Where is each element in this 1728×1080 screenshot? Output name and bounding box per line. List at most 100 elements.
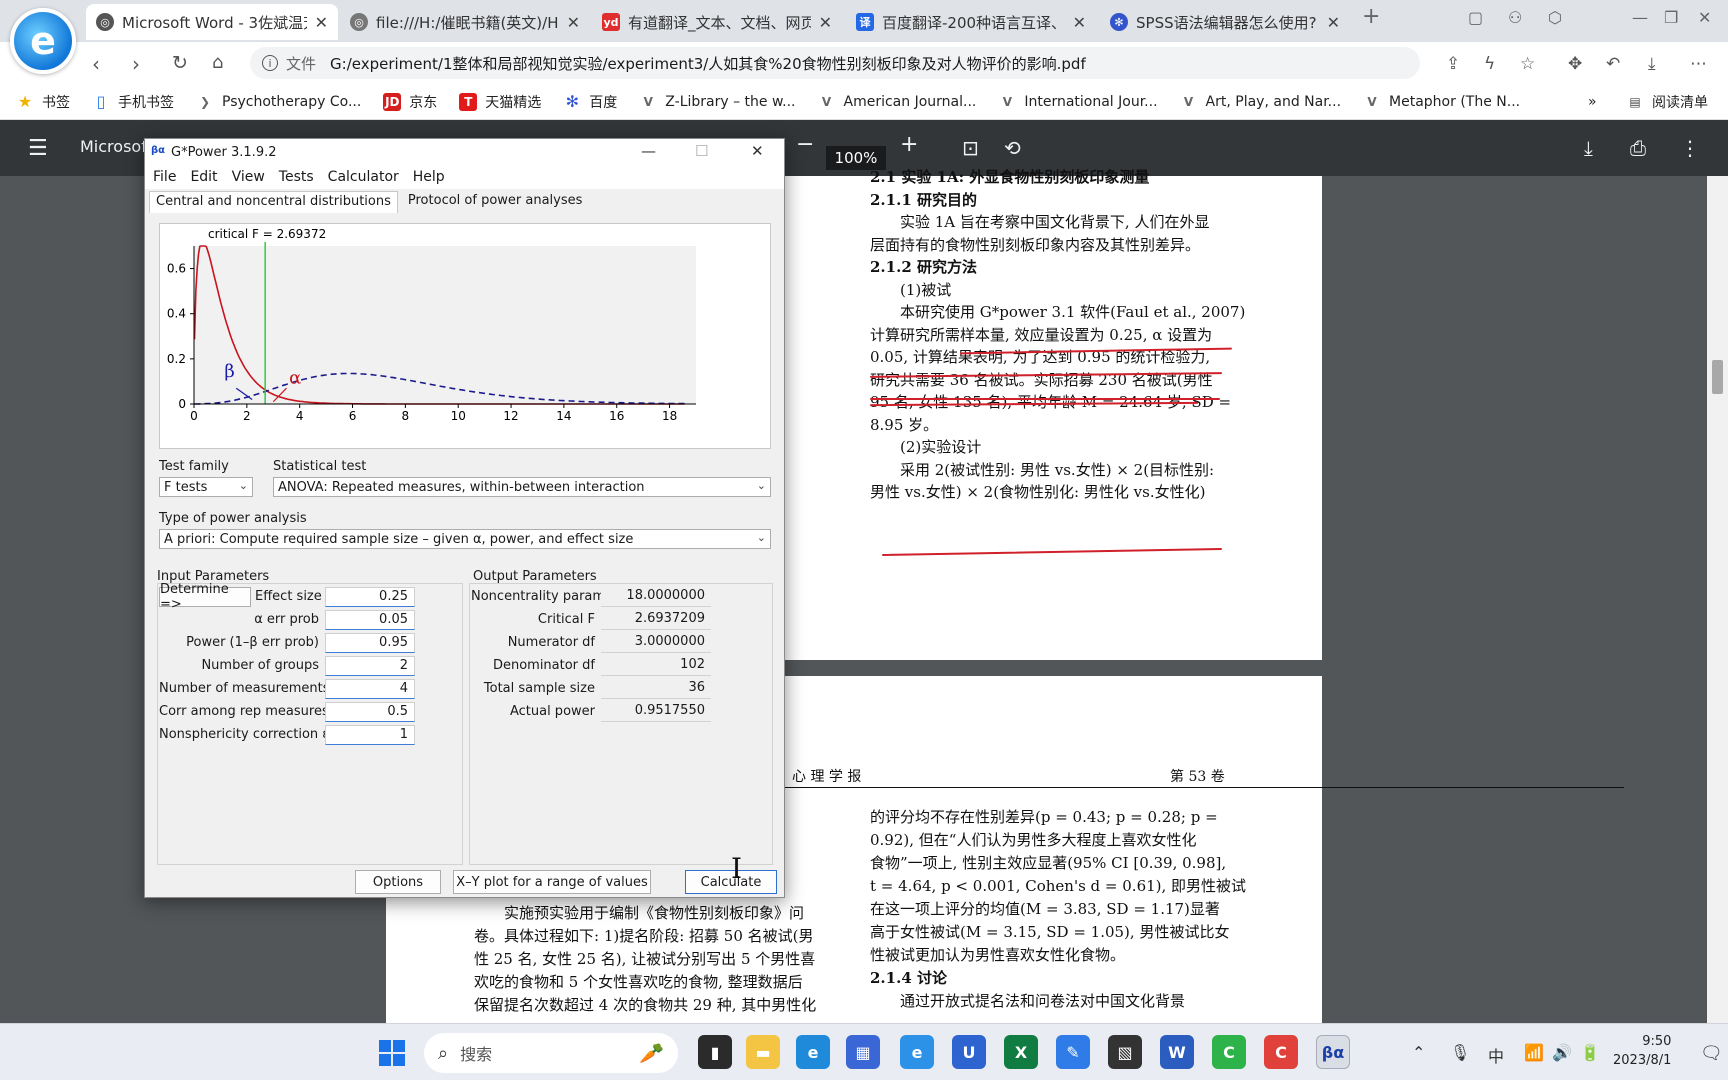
input-param-field[interactable]: 2	[325, 656, 415, 676]
fit-page-icon[interactable]: ⊡	[962, 136, 979, 160]
menu-tests[interactable]: Tests	[279, 169, 314, 185]
favorite-star-icon[interactable]: ☆	[1520, 54, 1535, 74]
pdf-menu-icon[interactable]: ☰	[28, 136, 48, 161]
taskbar-search[interactable]: ⌕ 搜索 🥕	[424, 1033, 678, 1073]
bookmark-item[interactable]: V Metaphor (The N...	[1363, 93, 1520, 111]
gpower-close-icon[interactable]: ✕	[751, 142, 764, 160]
zoom-out-icon[interactable]: −	[796, 132, 814, 157]
reload-icon[interactable]: ↻	[172, 52, 188, 74]
gpower-minimize-icon[interactable]: —	[641, 142, 656, 160]
wifi-icon[interactable]: 📶	[1524, 1043, 1544, 1062]
input-param-field[interactable]: 0.5	[325, 702, 415, 722]
extension-shield-icon[interactable]: ⬡	[1548, 8, 1562, 27]
reading-list-button[interactable]: ▤ 阅读清单	[1626, 92, 1708, 112]
tab-close-icon[interactable]: ✕	[1327, 13, 1340, 32]
close-window-icon[interactable]: ✕	[1698, 8, 1711, 27]
bookmark-item[interactable]: ✻ 百度	[563, 92, 618, 112]
start-menu-icon[interactable]	[379, 1040, 405, 1066]
bookmark-item[interactable]: V American Journal...	[818, 93, 977, 111]
tab-close-icon[interactable]: ✕	[1073, 13, 1086, 32]
gpower-maximize-icon[interactable]: ☐	[695, 142, 708, 160]
tab-close-icon[interactable]: ✕	[819, 13, 832, 32]
taskbar-app-stripe-icon[interactable]: ▧	[1108, 1035, 1142, 1069]
tab-grid-icon[interactable]: ▢	[1468, 8, 1483, 27]
more-menu-icon[interactable]: ⋯	[1690, 54, 1707, 74]
taskbar-gpower-icon[interactable]: βα	[1316, 1035, 1350, 1069]
input-language-indicator[interactable]: 中	[1488, 1043, 1504, 1067]
statistical-test-select[interactable]: ANOVA: Repeated measures, within-between…	[273, 477, 771, 497]
bookmark-item[interactable]: ★ 书签	[16, 92, 70, 112]
print-icon[interactable]: ⎙	[1630, 136, 1646, 160]
menu-file[interactable]: File	[153, 169, 176, 185]
tab-spss[interactable]: ✻ SPSS语法编辑器怎么使用? ✕	[1100, 4, 1350, 40]
taskbar-vpn-icon[interactable]: U	[952, 1035, 986, 1069]
browser-logo-icon[interactable]: e	[10, 8, 76, 74]
taskbar-task-view-icon[interactable]: ▮	[698, 1035, 732, 1069]
battery-icon[interactable]: 🔋	[1580, 1043, 1600, 1062]
minimize-icon[interactable]: —	[1632, 8, 1648, 27]
bookmark-item[interactable]: ❯ Psychotherapy Co...	[196, 93, 361, 111]
bookmark-item[interactable]: ▯ 手机书签	[92, 92, 174, 112]
input-param-field[interactable]: 0.25	[325, 587, 415, 607]
undo-icon[interactable]: ↶	[1606, 54, 1620, 74]
input-param-field[interactable]: 1	[325, 725, 415, 745]
tab-file[interactable]: ◎ file:///H:/催眠书籍(英文)/Ha ✕	[340, 4, 590, 40]
menu-edit[interactable]: Edit	[190, 169, 217, 185]
pdf-download-icon[interactable]: ⤓	[1584, 136, 1593, 160]
share-icon[interactable]: ⇪	[1446, 54, 1460, 74]
tab-distributions[interactable]: Central and noncentral distributions	[149, 191, 398, 213]
taskbar-excel-icon[interactable]: X	[1004, 1035, 1038, 1069]
power-analysis-type-select[interactable]: A priori: Compute required sample size –…	[159, 529, 771, 549]
new-tab-button[interactable]: +	[1362, 4, 1380, 29]
taskbar-app-red-icon[interactable]: C	[1264, 1035, 1298, 1069]
bookmark-item[interactable]: V International Jour...	[998, 93, 1158, 111]
taskbar-store-icon[interactable]: ▦	[846, 1035, 880, 1069]
bookmark-item[interactable]: T 天猫精选	[459, 92, 541, 112]
options-button[interactable]: Options	[355, 870, 441, 894]
bookmark-item[interactable]: V Art, Play, and Nar...	[1180, 93, 1341, 111]
bookmark-item[interactable]: JD 京东	[383, 92, 437, 112]
taskbar-browser-icon[interactable]: e	[900, 1035, 934, 1069]
menu-help[interactable]: Help	[413, 169, 445, 185]
taskbar-app-green-icon[interactable]: C	[1212, 1035, 1246, 1069]
notification-icon[interactable]: 🗨	[1700, 1043, 1723, 1064]
pdf-scroll-thumb[interactable]	[1712, 360, 1723, 394]
maximize-icon[interactable]: ❐	[1664, 8, 1678, 27]
forward-icon[interactable]: ›	[132, 52, 140, 76]
tab-word-doc[interactable]: ◎ Microsoft Word - 3佐斌温芳 ✕	[86, 4, 338, 40]
determine-button[interactable]: Determine =>	[159, 582, 251, 612]
input-param-field[interactable]: 0.95	[325, 633, 415, 653]
tab-baidu-translate[interactable]: 译 百度翻译-200种语言互译、沟 ✕	[846, 4, 1096, 40]
flash-icon[interactable]: ϟ	[1484, 54, 1495, 74]
tab-protocol[interactable]: Protocol of power analyses	[402, 191, 589, 213]
download-icon[interactable]: ⤓	[1648, 54, 1656, 74]
taskbar-word-icon[interactable]: W	[1160, 1035, 1194, 1069]
info-icon[interactable]: i	[262, 55, 278, 71]
tray-overflow-icon[interactable]: ⌃	[1412, 1043, 1425, 1062]
zoom-in-icon[interactable]: +	[900, 132, 918, 157]
pdf-scrollbar[interactable]	[1707, 176, 1728, 1023]
back-icon[interactable]: ‹	[92, 52, 100, 76]
tab-youdao[interactable]: yd 有道翻译_文本、文档、网页 ✕	[592, 4, 842, 40]
input-param-field[interactable]: 4	[325, 679, 415, 699]
xy-plot-button[interactable]: X–Y plot for a range of values	[453, 870, 651, 894]
bookmark-item[interactable]: V Z-Library – the w...	[639, 93, 796, 111]
system-clock[interactable]: 9:50 2023/8/1	[1613, 1032, 1671, 1070]
pdf-more-icon[interactable]: ⋮	[1680, 136, 1700, 160]
incognito-icon[interactable]: ⚇	[1508, 8, 1522, 27]
tab-close-icon[interactable]: ✕	[567, 13, 580, 32]
taskbar-file-explorer-icon[interactable]: ▬	[746, 1035, 780, 1069]
volume-icon[interactable]: 🔊	[1552, 1043, 1572, 1062]
test-family-select[interactable]: F tests ⌄	[159, 477, 253, 497]
menu-calculator[interactable]: Calculator	[328, 169, 399, 185]
input-param-field[interactable]: 0.05	[325, 610, 415, 630]
url-input[interactable]: i 文件 G:/experiment/1整体和局部视知觉实验/experimen…	[250, 47, 1420, 79]
menu-view[interactable]: View	[232, 169, 265, 185]
taskbar-feather-icon[interactable]: ✎	[1056, 1035, 1090, 1069]
tab-close-icon[interactable]: ✕	[315, 13, 328, 32]
bookmarks-more-button[interactable]: »	[1588, 94, 1597, 110]
rotate-icon[interactable]: ⟲	[1004, 136, 1021, 160]
extensions-icon[interactable]: ✥	[1568, 54, 1582, 74]
home-icon[interactable]: ⌂	[212, 52, 223, 73]
microphone-icon[interactable]: 🎙	[1450, 1043, 1470, 1062]
